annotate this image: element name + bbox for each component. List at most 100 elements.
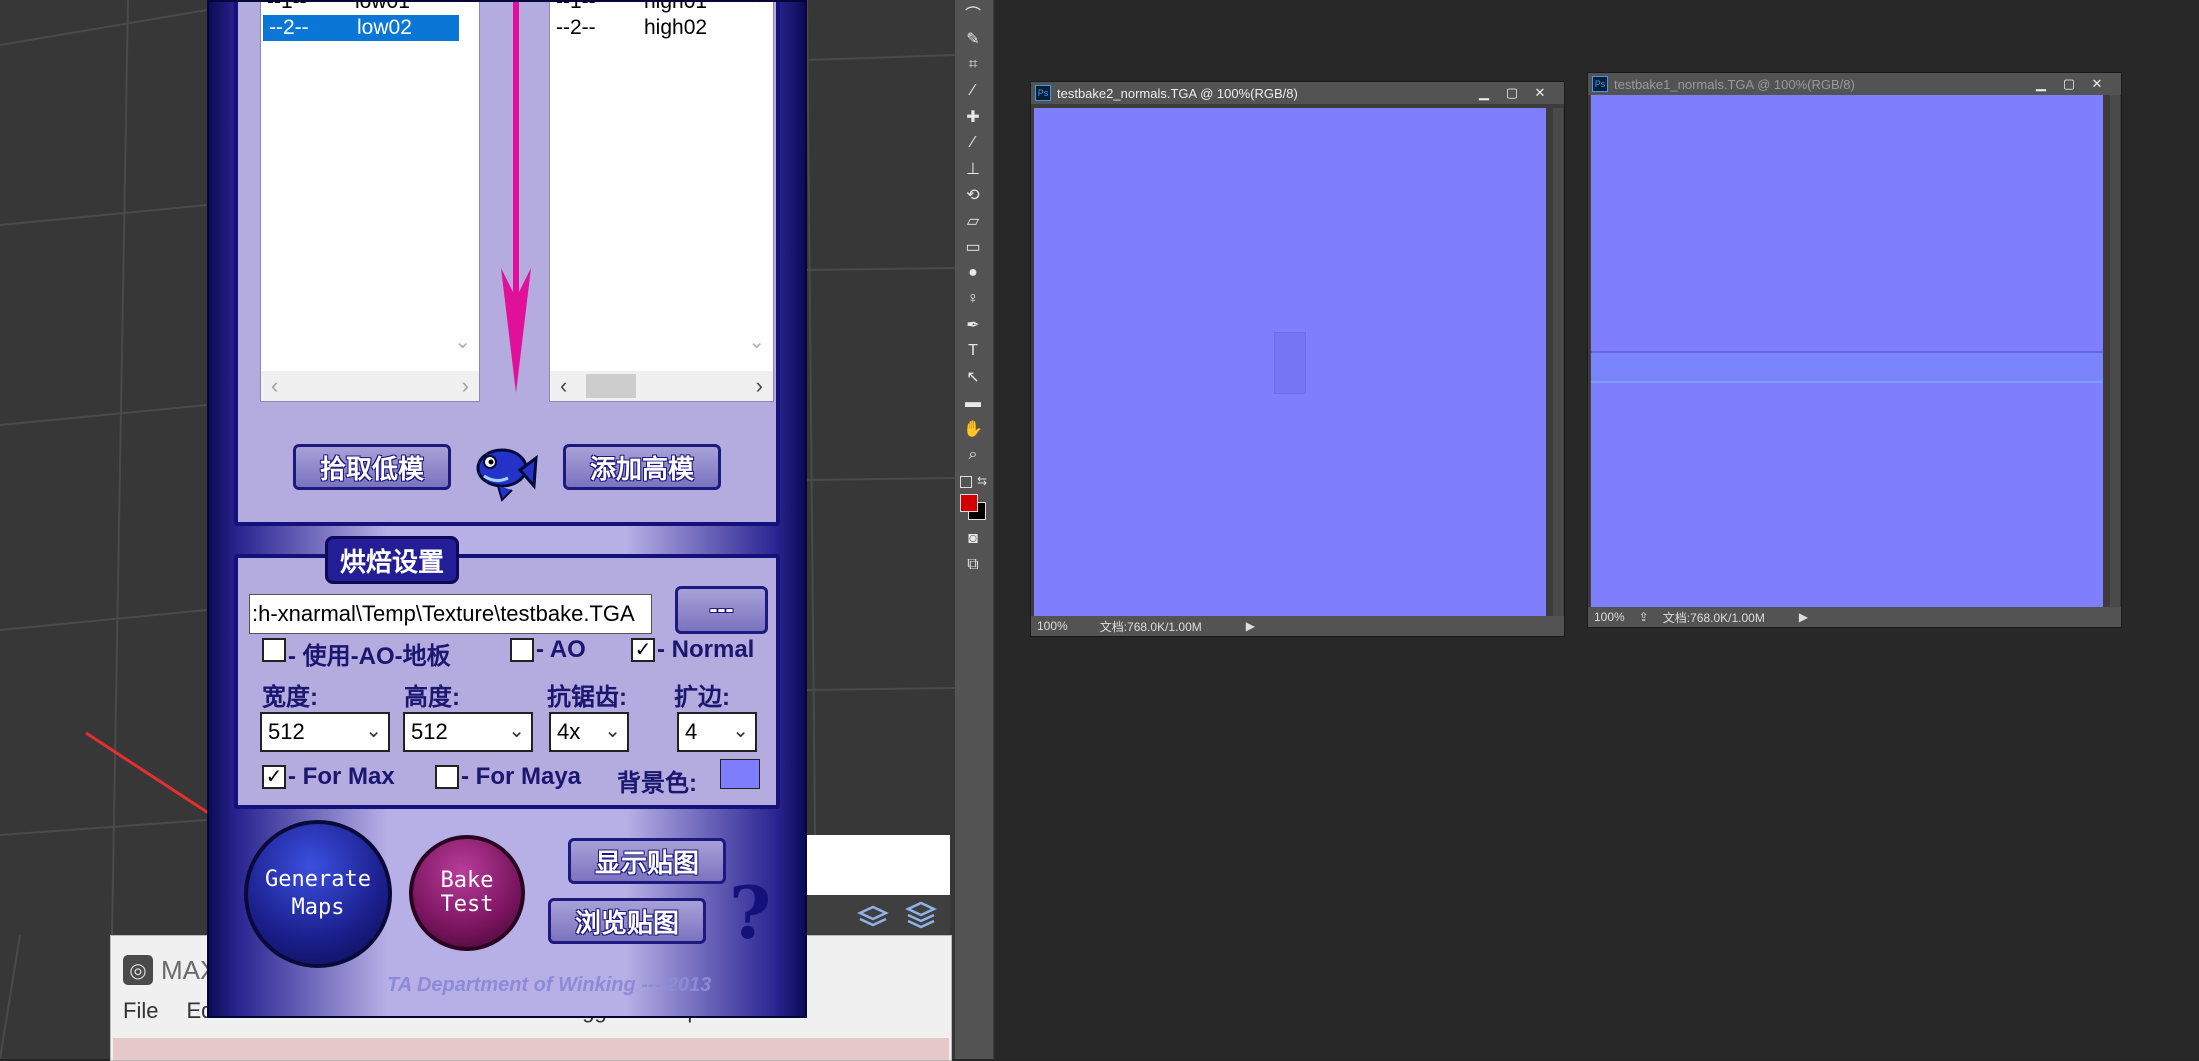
ps-doc1-zoom[interactable]: 100% — [1037, 619, 1068, 633]
for-maya-label: - For Maya — [461, 763, 582, 790]
healing-brush-icon[interactable]: ✚ — [959, 106, 987, 128]
brush-icon[interactable]: ∕ — [959, 132, 987, 154]
quick-select-icon[interactable]: ✎ — [959, 28, 987, 50]
close-icon[interactable]: ✕ — [1526, 82, 1554, 104]
scroll-left-icon[interactable]: ‹ — [271, 373, 278, 399]
low-to-high-arrow — [501, 2, 531, 393]
max-panel-strip — [805, 835, 950, 895]
browse-map-button[interactable]: 浏览贴图 — [548, 898, 706, 944]
rectangle-icon[interactable]: ▬ — [959, 392, 987, 414]
generate-maps-button[interactable]: Generate Maps — [244, 820, 392, 968]
scroll-left-icon[interactable]: ‹ — [560, 373, 567, 399]
path-select-icon[interactable]: ↖ — [959, 366, 987, 388]
scroll-thumb[interactable] — [586, 374, 636, 398]
quick-mask-icon[interactable]: ◙ — [959, 528, 987, 550]
chevron-down-icon: ⌄ — [732, 720, 749, 742]
pen-icon[interactable]: ✒ — [959, 314, 987, 336]
show-map-button[interactable]: 显示贴图 — [568, 838, 726, 884]
low-model-list[interactable]: --1-- low01 --2-- low02 ⌃ ⌄ ‹ › — [260, 2, 480, 402]
layer-stack-icon[interactable] — [856, 901, 890, 929]
seam-band — [1591, 353, 2103, 381]
low-list-hscrollbar[interactable]: ‹ › — [261, 371, 479, 401]
bake-settings-group: :h-xnarmal\Temp\Texture\testbake.TGA ---… — [234, 554, 780, 809]
antialias-label: 抗锯齿: — [547, 684, 627, 711]
scroll-up-icon[interactable]: ⌃ — [748, 2, 765, 18]
swap-colors-icon[interactable]: ⇆ — [977, 474, 987, 488]
layer-stack-alt-icon[interactable] — [904, 901, 938, 929]
max-toolbar — [805, 895, 950, 935]
use-ao-floor-checkbox[interactable] — [262, 638, 286, 662]
for-maya-checkbox[interactable] — [435, 765, 459, 789]
eyedropper-icon[interactable]: ⁄ — [959, 80, 987, 102]
bg-color-swatch[interactable] — [720, 759, 760, 789]
for-max-checkbox[interactable]: ✓ — [262, 765, 286, 789]
list-item[interactable]: --1-- low01 — [261, 2, 479, 15]
minimize-icon[interactable]: ▁ — [2027, 73, 2055, 95]
menu-file[interactable]: File — [123, 998, 158, 1024]
default-colors-icon[interactable] — [960, 476, 972, 488]
maximize-icon[interactable]: ▢ — [2055, 73, 2083, 95]
help-icon[interactable]: ? — [729, 870, 771, 955]
scroll-down-icon[interactable]: ⌄ — [748, 329, 765, 354]
hand-icon[interactable]: ✋ — [959, 418, 987, 440]
output-path-input[interactable]: :h-xnarmal\Temp\Texture\testbake.TGA — [249, 594, 652, 634]
ps-doc1-canvas[interactable] — [1034, 108, 1546, 620]
add-high-button[interactable]: 添加高模 — [563, 444, 721, 490]
status-menu-arrow-icon[interactable]: ▶ — [1246, 619, 1255, 633]
bake-test-button[interactable]: Bake Test — [409, 835, 525, 951]
normal-checkbox[interactable]: ✓ — [631, 638, 655, 662]
scroll-right-icon[interactable]: › — [462, 373, 469, 399]
screen-mode-icon[interactable]: ⧉ — [959, 554, 987, 576]
foreground-color-swatch[interactable] — [960, 494, 978, 512]
minimize-icon[interactable]: ▁ — [1470, 82, 1498, 104]
scroll-up-icon[interactable]: ⌃ — [454, 2, 471, 18]
antialias-select[interactable]: 4x ⌄ — [549, 712, 629, 752]
ao-label: - AO — [536, 636, 586, 663]
type-icon[interactable]: T — [959, 340, 987, 362]
high-list-hscrollbar[interactable]: ‹ › — [550, 371, 773, 401]
history-brush-icon[interactable]: ⟲ — [959, 184, 987, 206]
model-list-group: --1-- low01 --2-- low02 ⌃ ⌄ ‹ › --1-- hi… — [234, 2, 780, 526]
ps-document-window-2: Ps testbake1_normals.TGA @ 100%(RGB/8) ▁… — [1587, 72, 2122, 628]
maximize-icon[interactable]: ▢ — [1498, 82, 1526, 104]
ps-doc2-vscroll[interactable] — [2110, 95, 2120, 607]
normal-label: - Normal — [657, 636, 755, 663]
blur-icon[interactable]: ● — [959, 262, 987, 284]
eraser-icon[interactable]: ▱ — [959, 210, 987, 232]
status-menu-arrow-icon[interactable]: ▶ — [1799, 610, 1808, 624]
ps-doc2-zoom[interactable]: 100% — [1594, 610, 1625, 624]
ps-badge-icon: Ps — [1035, 85, 1051, 101]
seam-line-lower — [1591, 381, 2103, 383]
pick-low-button[interactable]: 拾取低模 — [293, 444, 451, 490]
use-ao-floor-label: - 使用-AO-地板 — [288, 643, 451, 670]
close-icon[interactable]: ✕ — [2083, 73, 2111, 95]
zoom-icon[interactable]: ⌕ — [959, 444, 987, 466]
high-model-list[interactable]: --1-- high01 --2-- high02 ⌃ ⌄ ‹ › — [549, 2, 774, 402]
list-item-selected[interactable]: --2-- low02 — [263, 15, 459, 41]
window-controls: ▁ ▢ ✕ — [1470, 82, 1554, 104]
padding-select[interactable]: 4 ⌄ — [677, 712, 757, 752]
clone-stamp-icon[interactable]: ⊥ — [959, 158, 987, 180]
ps-doc2-canvas[interactable] — [1591, 95, 2103, 607]
ps-badge-icon: Ps — [1592, 76, 1608, 92]
scroll-down-icon[interactable]: ⌄ — [454, 329, 471, 354]
maxscript-title-bar: ◎ MAX — [123, 950, 217, 990]
width-select[interactable]: 512 ⌄ — [260, 712, 390, 752]
list-item[interactable]: --1-- high01 — [550, 2, 773, 15]
height-select[interactable]: 512 ⌄ — [403, 712, 533, 752]
maxscript-output-area[interactable] — [113, 1038, 949, 1060]
lasso-icon[interactable]: ⌒ — [959, 2, 987, 24]
gradient-icon[interactable]: ▭ — [959, 236, 987, 258]
browse-path-button[interactable]: --- — [675, 586, 768, 634]
ps-doc2-status-bar: 100% ⇪ 文档:768.0K/1.00M ▶ — [1588, 607, 2121, 627]
ao-checkbox[interactable] — [510, 638, 534, 662]
ps-doc1-vscroll[interactable] — [1553, 108, 1563, 620]
scroll-right-icon[interactable]: › — [756, 373, 763, 399]
export-icon[interactable]: ⇪ — [1639, 610, 1649, 624]
dodge-icon[interactable]: ♀ — [959, 288, 987, 310]
baked-normal-patch — [1274, 332, 1306, 394]
list-item[interactable]: --2-- high02 — [550, 15, 773, 41]
crop-icon[interactable]: ⌗ — [959, 54, 987, 76]
window-controls: ▁ ▢ ✕ — [2027, 73, 2111, 95]
ps-document-window-1: Ps testbake2_normals.TGA @ 100%(RGB/8) ▁… — [1030, 81, 1565, 637]
